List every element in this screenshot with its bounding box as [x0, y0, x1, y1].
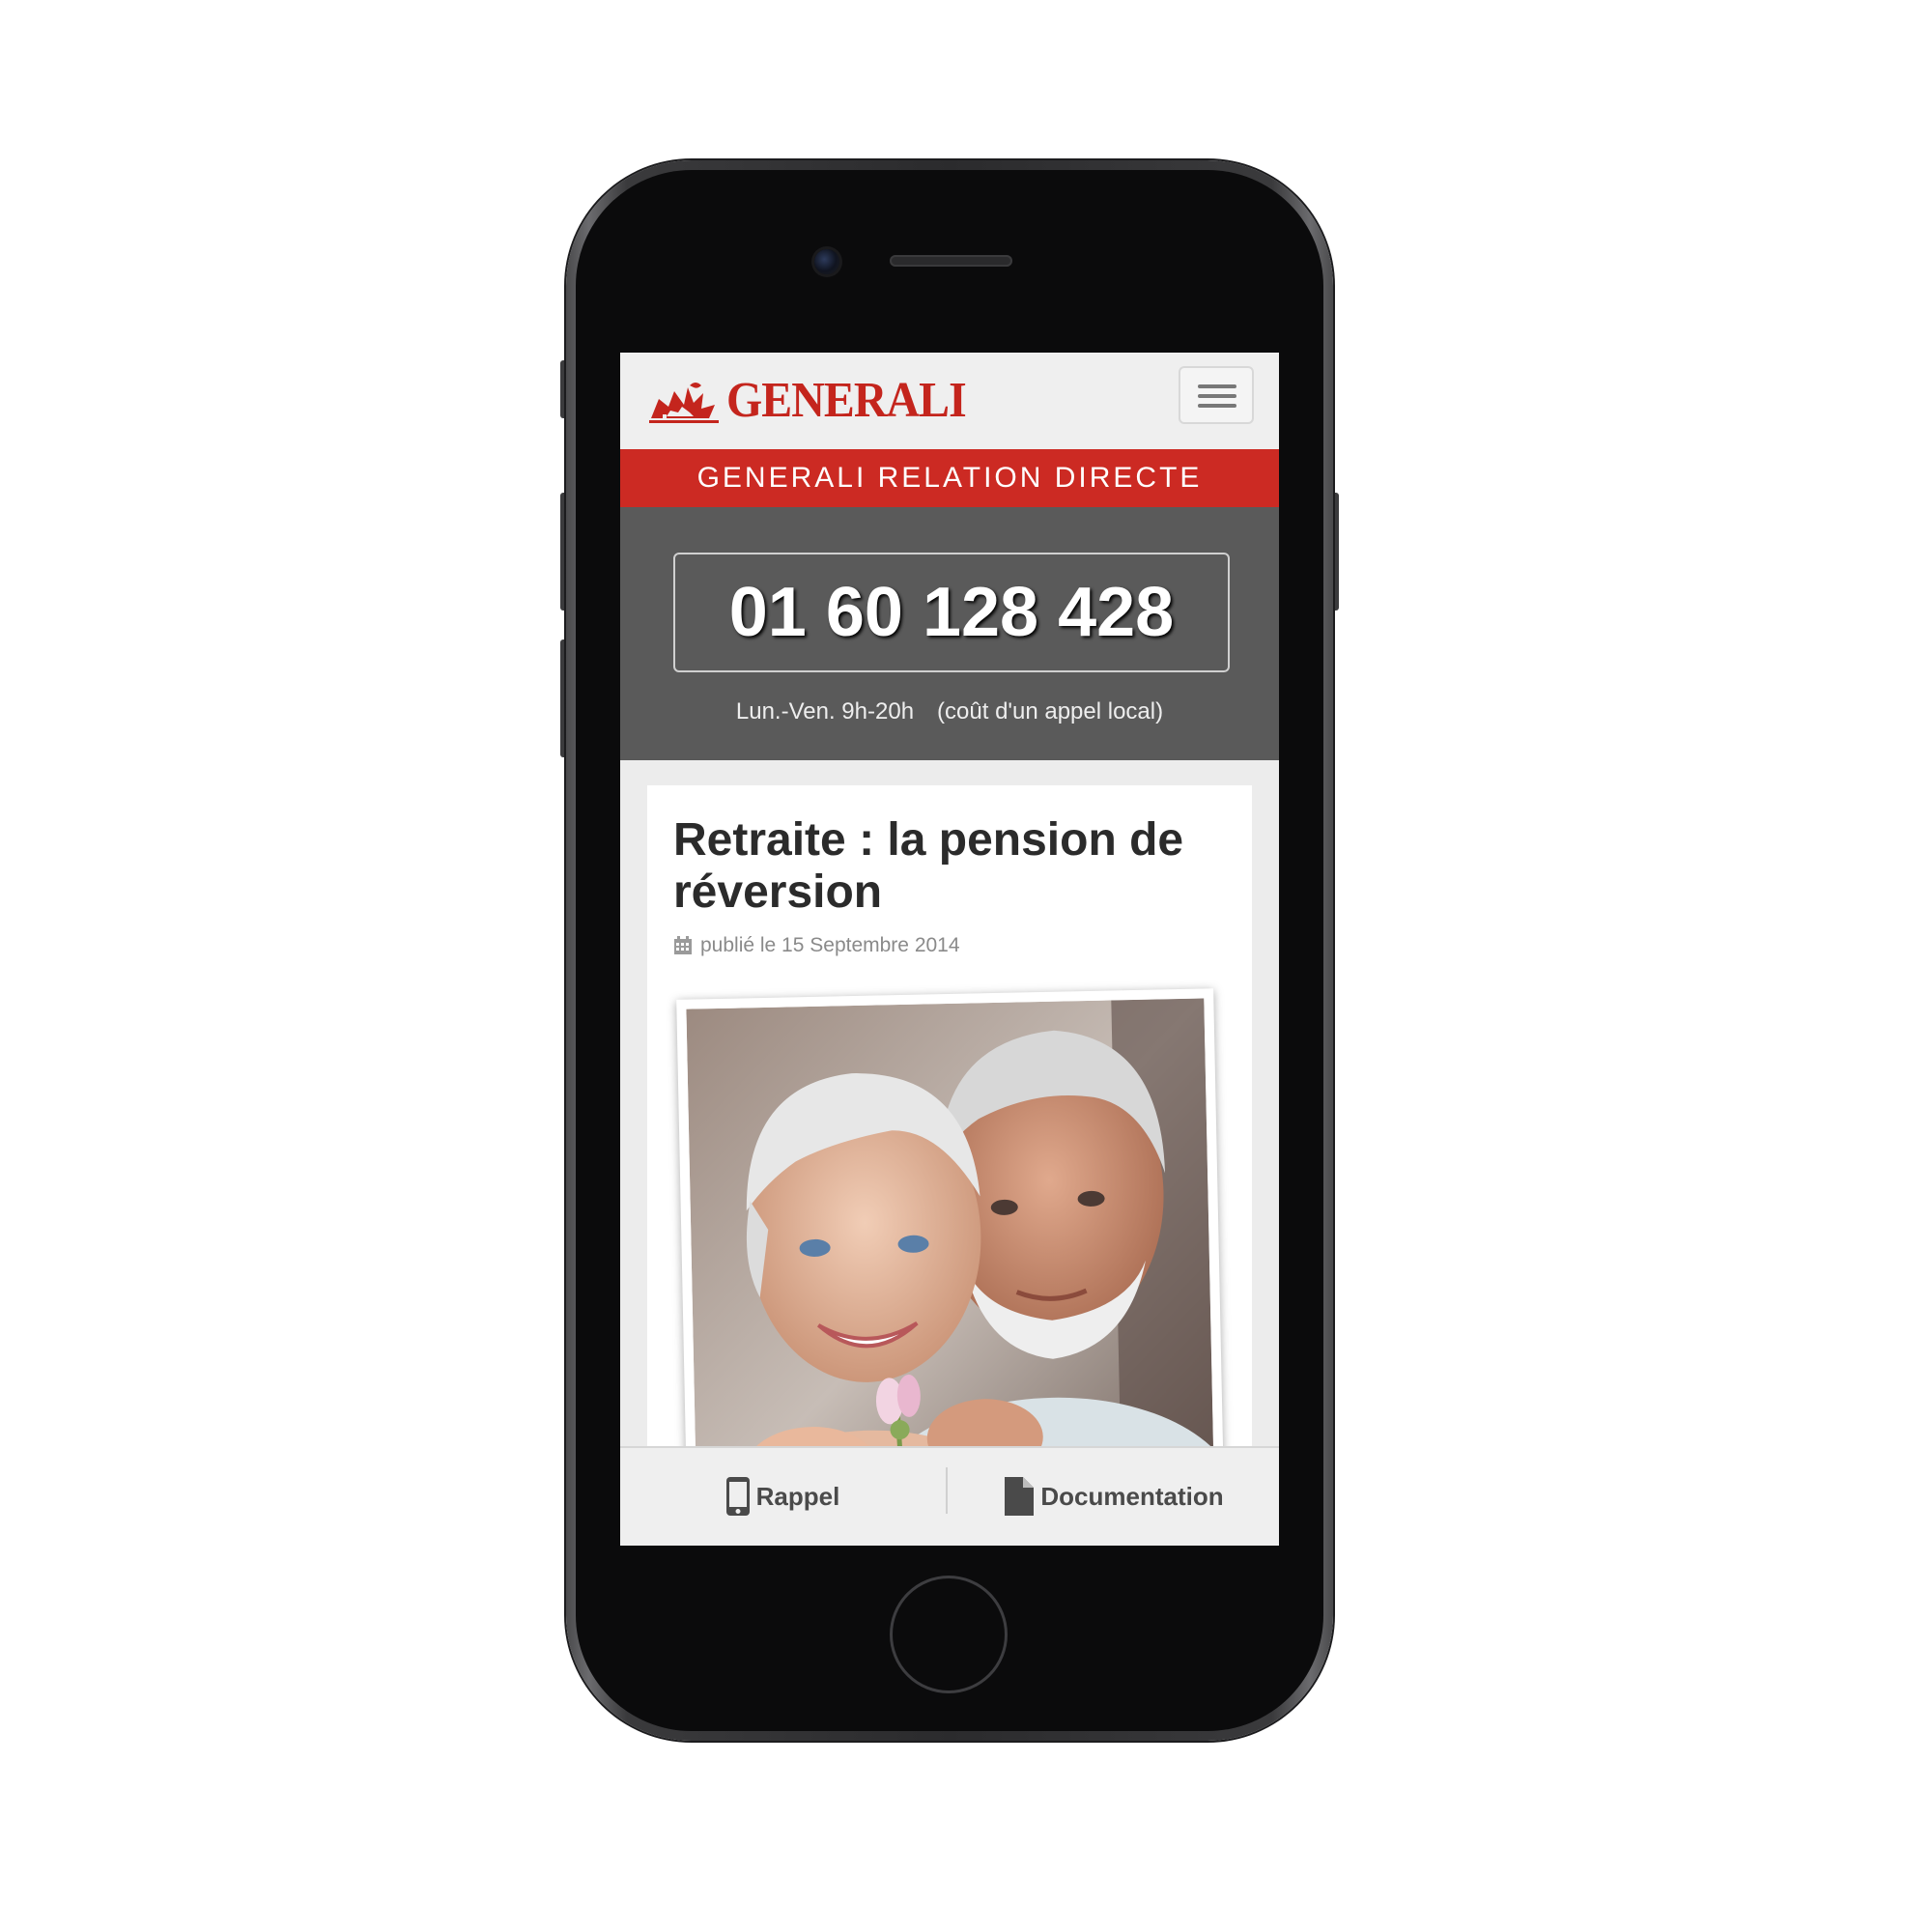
- logo-text: GENERALI: [726, 373, 967, 428]
- publication-date: publié le 15 Septembre 2014: [673, 934, 960, 957]
- call-cost-note: (coût d'un appel local): [937, 698, 1164, 724]
- publication-date-text: publié le 15 Septembre 2014: [700, 934, 960, 956]
- generali-logo[interactable]: GENERALI: [645, 372, 986, 430]
- mobile-phone-icon: [725, 1477, 750, 1516]
- top-navbar: GENERALI: [620, 353, 1279, 449]
- bottom-action-bar: Rappel Documentation: [620, 1446, 1279, 1546]
- rappel-button[interactable]: Rappel: [620, 1448, 945, 1545]
- rappel-label: Rappel: [755, 1481, 840, 1511]
- documentation-label: Documentation: [1040, 1481, 1224, 1511]
- hamburger-icon-bar: [1198, 394, 1236, 398]
- phone-screen: GENERALI GENERALI RELATION DIRECTE 01 60…: [620, 353, 1279, 1546]
- phone-number-link[interactable]: 01 60 128 428: [673, 553, 1230, 672]
- document-icon: [1005, 1477, 1035, 1516]
- article-card: Retraite : la pension de réversion publi…: [647, 785, 1252, 1546]
- winged-lion-icon: [649, 383, 719, 423]
- hamburger-menu-button[interactable]: [1179, 366, 1254, 424]
- earpiece-speaker: [890, 255, 1012, 267]
- documentation-button[interactable]: Documentation: [949, 1448, 1279, 1545]
- front-camera: [814, 249, 839, 274]
- hours-text: Lun.-Ven. 9h-20h: [735, 698, 915, 724]
- hamburger-icon: [1198, 384, 1236, 388]
- hamburger-icon-bar: [1198, 404, 1236, 408]
- article-title: Retraite : la pension de réversion: [673, 814, 1184, 918]
- contact-box: 01 60 128 428 Lun.-Ven. 9h-20h (coût d'un…: [620, 507, 1279, 760]
- relation-directe-banner: GENERALI RELATION DIRECTE: [620, 449, 1279, 507]
- opening-hours: Lun.-Ven. 9h-20h (coût d'un appel local): [620, 698, 1279, 725]
- calendar-icon: [674, 936, 692, 954]
- bottom-bar-divider: [946, 1467, 948, 1514]
- home-button[interactable]: [890, 1576, 1008, 1693]
